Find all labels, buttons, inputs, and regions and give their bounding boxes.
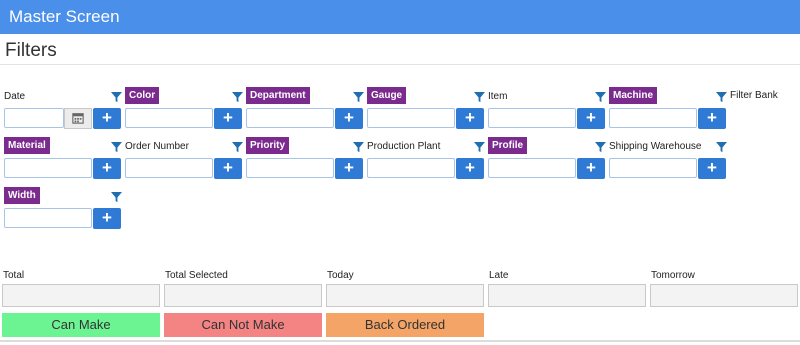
filter-label: Item [488,91,508,102]
funnel-icon[interactable] [111,140,122,153]
funnel-icon[interactable] [111,90,122,103]
color-input[interactable] [125,108,213,128]
add-department-button[interactable]: + [335,108,363,129]
tomorrow-field [650,284,798,307]
add-machine-button[interactable]: + [698,108,726,129]
filter-label: Shipping Warehouse [609,141,702,152]
machine-input[interactable] [609,108,697,128]
filter-gauge: Gauge + [367,87,485,132]
can-make-button[interactable]: Can Make [2,313,160,337]
filter-material: Material + [4,137,122,182]
production-plant-input[interactable] [367,158,455,178]
filter-order-number: Order Number + [125,138,243,182]
profile-input[interactable] [488,158,576,178]
filter-date: Date + [4,88,122,132]
total-field [2,284,160,307]
add-shipping-warehouse-button[interactable]: + [698,158,726,179]
add-priority-button[interactable]: + [335,158,363,179]
add-production-plant-button[interactable]: + [456,158,484,179]
filter-label: Production Plant [367,141,441,152]
filter-width: Width + [4,187,122,232]
total-selected-field [164,284,322,307]
filter-color: Color + [125,87,243,132]
today-field [326,284,484,307]
filter-profile: Profile + [488,137,606,182]
filter-label: Machine [609,87,658,104]
funnel-icon[interactable] [474,90,485,103]
tomorrow-label: Tomorrow [651,270,695,281]
filter-label: Gauge [367,87,407,104]
filter-label: Department [246,87,310,104]
funnel-icon[interactable] [716,140,727,153]
add-item-button[interactable]: + [577,108,605,129]
filter-label: Material [4,137,50,154]
funnel-icon[interactable] [232,90,243,103]
filter-label: Order Number [125,141,189,152]
funnel-icon[interactable] [595,140,606,153]
filter-shipping-warehouse: Shipping Warehouse + [609,138,727,182]
add-width-button[interactable]: + [93,208,121,229]
filter-label: Priority [246,137,290,154]
department-input[interactable] [246,108,334,128]
late-field [488,284,646,307]
filter-label: Width [4,187,40,204]
funnel-icon[interactable] [111,190,122,203]
item-input[interactable] [488,108,576,128]
add-date-button[interactable]: + [93,108,121,129]
filters-heading: Filters [5,40,57,61]
funnel-icon[interactable] [595,90,606,103]
priority-input[interactable] [246,158,334,178]
width-input[interactable] [4,208,92,228]
filter-machine: Machine + [609,87,727,132]
filter-label: Profile [488,137,528,154]
funnel-icon[interactable] [716,90,727,103]
add-profile-button[interactable]: + [577,158,605,179]
gauge-input[interactable] [367,108,455,128]
filter-priority: Priority + [246,137,364,182]
order-number-input[interactable] [125,158,213,178]
late-label: Late [489,270,509,281]
filter-label: Color [125,87,160,104]
filter-department: Department + [246,87,364,132]
filter-item: Item + [488,88,606,132]
add-material-button[interactable]: + [93,158,121,179]
can-not-make-button[interactable]: Can Not Make [164,313,322,337]
filter-production-plant: Production Plant + [367,138,485,182]
material-input[interactable] [4,158,92,178]
total-selected-label: Total Selected [165,270,228,281]
funnel-icon[interactable] [353,140,364,153]
filter-label: Date [4,91,26,102]
calendar-icon[interactable] [64,108,92,129]
date-input[interactable] [4,108,64,128]
shipping-warehouse-input[interactable] [609,158,697,178]
back-ordered-button[interactable]: Back Ordered [326,313,484,337]
add-gauge-button[interactable]: + [456,108,484,129]
add-order-number-button[interactable]: + [214,158,242,179]
filter-bank-label[interactable]: Filter Bank [730,90,778,101]
funnel-icon[interactable] [353,90,364,103]
today-label: Today [327,270,354,281]
funnel-icon[interactable] [474,140,485,153]
funnel-icon[interactable] [232,140,243,153]
total-label: Total [3,270,25,281]
header-divider [0,64,800,65]
window-title: Master Screen [0,0,800,34]
footer-divider [0,340,800,342]
add-color-button[interactable]: + [214,108,242,129]
